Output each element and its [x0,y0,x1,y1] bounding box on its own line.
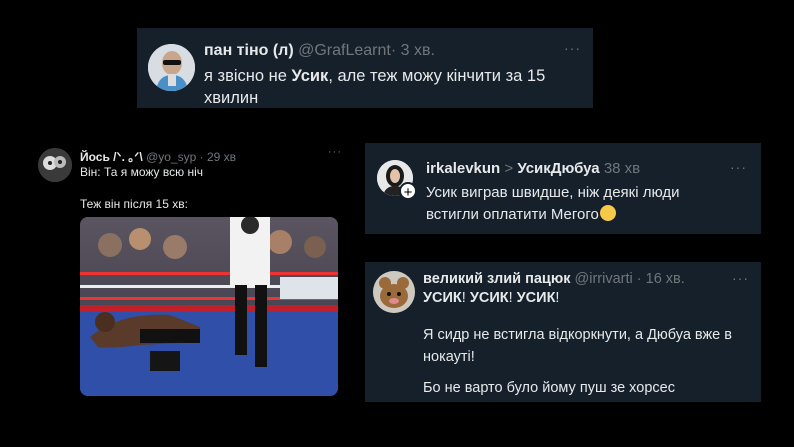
tweet-text-line: Теж він після 15 хв: [80,197,188,211]
avatar[interactable] [38,148,72,182]
tweet-text: Усик виграв швидше, ніж деякі люди встиг… [426,184,680,223]
boxing-knockdown-photo[interactable] [80,217,338,396]
avatar[interactable] [373,271,415,313]
tweet-text-line: Він: Та я можу всю ніч [80,165,203,179]
avatar[interactable] [148,44,195,91]
tweet-card-irkalevkun[interactable]: + irkalevkun > УсикДюбуа 38 хв ··· Усик … [365,143,761,234]
tweet-card-irrivarti[interactable]: великий злий пацюк @irrivarti · 16 хв. ·… [365,262,761,402]
tweet-time[interactable]: · 3 хв. [391,42,435,59]
reply-to-name[interactable]: УсикДюбуа [517,160,599,177]
more-options-icon[interactable]: ··· [328,146,342,158]
tweet-card-yo-syp[interactable]: Йось /ᐠ. ｡ᐟ\ @yo_syp · 29 хв ··· Він: Та… [30,142,348,412]
reply-arrow-icon: > [504,160,514,177]
tweet-text-line: Бо не варто було йому пуш зе хорсес [423,380,675,396]
tweet-actions-bar [80,402,338,412]
author-name[interactable]: irkalevkun [426,160,500,177]
more-options-icon[interactable]: ··· [732,270,749,286]
tweet-text: я звісно не Усик, але теж можу кінчити з… [204,67,546,107]
author-handle[interactable]: @GrafLearnt [298,42,391,59]
author-handle[interactable]: @irrivarti [575,271,633,287]
tweet-time[interactable]: · 16 хв. [637,271,685,287]
follow-plus-icon[interactable]: + [399,182,417,201]
tweet-card-graflearnt[interactable]: пан тіно (л) @GrafLearnt· 3 хв. ··· я зв… [137,28,593,108]
author-handle[interactable]: @yo_syp [146,150,196,164]
tweet-time[interactable]: · 29 хв [200,150,236,164]
grinning-face-emoji-icon [599,205,616,221]
tweet-time[interactable]: 38 хв [604,160,640,177]
author-name[interactable]: пан тіно (л) [204,42,294,59]
author-name[interactable]: Йось /ᐠ. ｡ᐟ\ [80,150,143,164]
tweet-text-line: УСИК! УСИК! УСИК! [423,290,560,306]
tweet-text-line: Я сидр не встигла відкоркнути, а Дюбуа в… [423,327,732,365]
more-options-icon[interactable]: ··· [564,40,581,56]
more-options-icon[interactable]: ··· [730,159,747,175]
author-name[interactable]: великий злий пацюк [423,271,571,287]
